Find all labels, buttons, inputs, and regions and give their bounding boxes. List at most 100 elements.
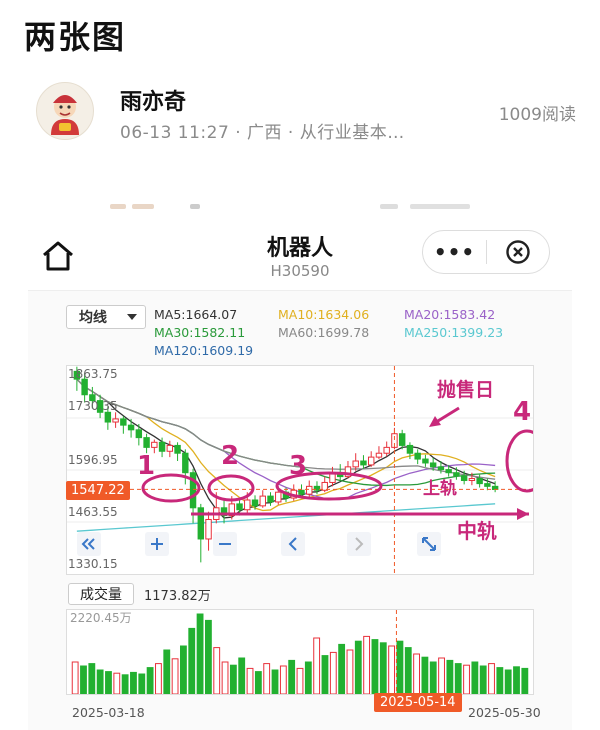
- annotation-middle-rail: 中轨: [457, 519, 497, 543]
- volume-chart[interactable]: [66, 609, 534, 695]
- candle: [414, 449, 421, 465]
- volume-bar: [521, 667, 529, 695]
- annotation-label-1: 1: [137, 451, 155, 481]
- candle: [383, 441, 390, 457]
- volume-bar: [463, 664, 470, 695]
- ma-type-select[interactable]: 均线: [66, 305, 146, 329]
- end-date: 2025-05-30: [468, 705, 541, 720]
- volume-bar: [113, 672, 121, 695]
- candle: [127, 418, 135, 438]
- candle: [352, 453, 359, 471]
- read-count: 1009阅读: [498, 105, 576, 125]
- volume-bar: [438, 657, 445, 695]
- volume-bar: [371, 639, 379, 695]
- candle: [290, 484, 297, 501]
- volume-bar: [80, 665, 87, 695]
- annotation-circle-2: [207, 474, 255, 502]
- volume-bar: [196, 613, 204, 695]
- kline-chart[interactable]: 1 2 3 4 抛售日上轨 中轨: [66, 365, 549, 575]
- volume-indicator-button[interactable]: 成交量: [68, 583, 134, 605]
- avatar-cartoon-icon: [51, 95, 79, 135]
- ma10-value: MA10:1634.06: [278, 307, 370, 322]
- candle: [367, 451, 375, 467]
- candle: [422, 454, 429, 467]
- annotation-sell-day: 抛售日: [437, 378, 494, 401]
- caret-down-icon: [127, 313, 137, 320]
- volume-bar: [279, 665, 287, 695]
- ma5-value: MA5:1664.07: [154, 307, 238, 322]
- more-button[interactable]: •••: [423, 240, 486, 264]
- volume-bar: [479, 665, 487, 695]
- annotation-label-2: 2: [221, 441, 239, 471]
- volume-bar: [404, 647, 412, 695]
- candle: [360, 455, 367, 469]
- candle: [259, 490, 266, 508]
- author-name[interactable]: 雨亦奇: [120, 84, 186, 116]
- volume-bar: [329, 651, 337, 695]
- volume-bar: [229, 664, 237, 695]
- candle: [112, 412, 119, 428]
- right-icon[interactable]: [347, 532, 371, 556]
- candle: [120, 416, 127, 434]
- middle-rail-arrow: [517, 508, 529, 520]
- author-avatar[interactable]: [36, 82, 94, 140]
- candle: [220, 499, 228, 524]
- volume-bar: [513, 666, 520, 695]
- miniapp-capsule: •••: [422, 230, 550, 274]
- volume-bar: [271, 669, 279, 695]
- double-left-icon[interactable]: [77, 532, 101, 556]
- volume-bar: [221, 661, 229, 695]
- volume-bar: [254, 671, 262, 695]
- candle: [174, 442, 181, 462]
- volume-bar: [96, 669, 104, 695]
- volume-bar: [471, 661, 479, 695]
- annotation-circle-4: [505, 429, 549, 493]
- left-icon[interactable]: [281, 532, 305, 556]
- candle: [306, 480, 313, 497]
- volume-bar: [246, 667, 254, 695]
- volume-bar: [388, 645, 396, 695]
- price-tick: 1730.35: [68, 399, 118, 413]
- current-price-tag: 1547.22: [66, 481, 130, 500]
- volume-bar: [121, 674, 129, 695]
- volume-bar: [488, 663, 495, 695]
- zoom-in-icon[interactable]: [145, 532, 169, 556]
- volume-bar: [213, 647, 221, 695]
- annotation-upper-rail: 上轨: [423, 478, 457, 499]
- ma-select-label: 均线: [79, 310, 107, 326]
- volume-bar: [171, 658, 179, 695]
- volume-bar: [146, 667, 154, 695]
- stock-screenshot: 机器人 H30590 ••• 均线 MA5:1664.07 MA10:1634.…: [24, 218, 576, 730]
- volume-bar: [304, 661, 312, 695]
- fullscreen-icon[interactable]: [417, 532, 441, 556]
- volume-bar: [105, 671, 112, 695]
- close-circle-icon: [506, 240, 530, 264]
- candle: [166, 440, 174, 458]
- volume-bar: [338, 643, 346, 695]
- price-tick: 1463.55: [68, 505, 118, 519]
- post-title: 两张图: [24, 18, 127, 56]
- volume-bar: [71, 661, 79, 695]
- volume-bar: [263, 663, 271, 695]
- volume-bar: [421, 656, 429, 695]
- price-tick: 1596.95: [68, 453, 118, 467]
- volume-bar: [413, 653, 420, 695]
- volume-bar: [346, 649, 354, 695]
- volume-bar: [163, 649, 171, 695]
- volume-bar: [379, 642, 387, 695]
- volume-bar: [238, 657, 246, 695]
- ma60-value: MA60:1699.78: [278, 325, 370, 340]
- clipped-text-row: [110, 204, 490, 212]
- annotation-label-3: 3: [289, 451, 307, 481]
- annotations: 1 2 3 4 抛售日上轨中轨: [137, 378, 549, 543]
- volume-bar: [296, 667, 304, 695]
- volume-bar: [454, 663, 462, 695]
- ma120-value: MA120:1609.19: [154, 343, 254, 358]
- price-tick: 1330.15: [68, 557, 118, 571]
- close-button[interactable]: [487, 239, 549, 265]
- annotation-label-4: 4: [513, 397, 531, 427]
- candle: [205, 511, 212, 551]
- zoom-out-icon[interactable]: [213, 532, 237, 556]
- candle: [344, 461, 352, 479]
- volume-bar: [188, 627, 196, 695]
